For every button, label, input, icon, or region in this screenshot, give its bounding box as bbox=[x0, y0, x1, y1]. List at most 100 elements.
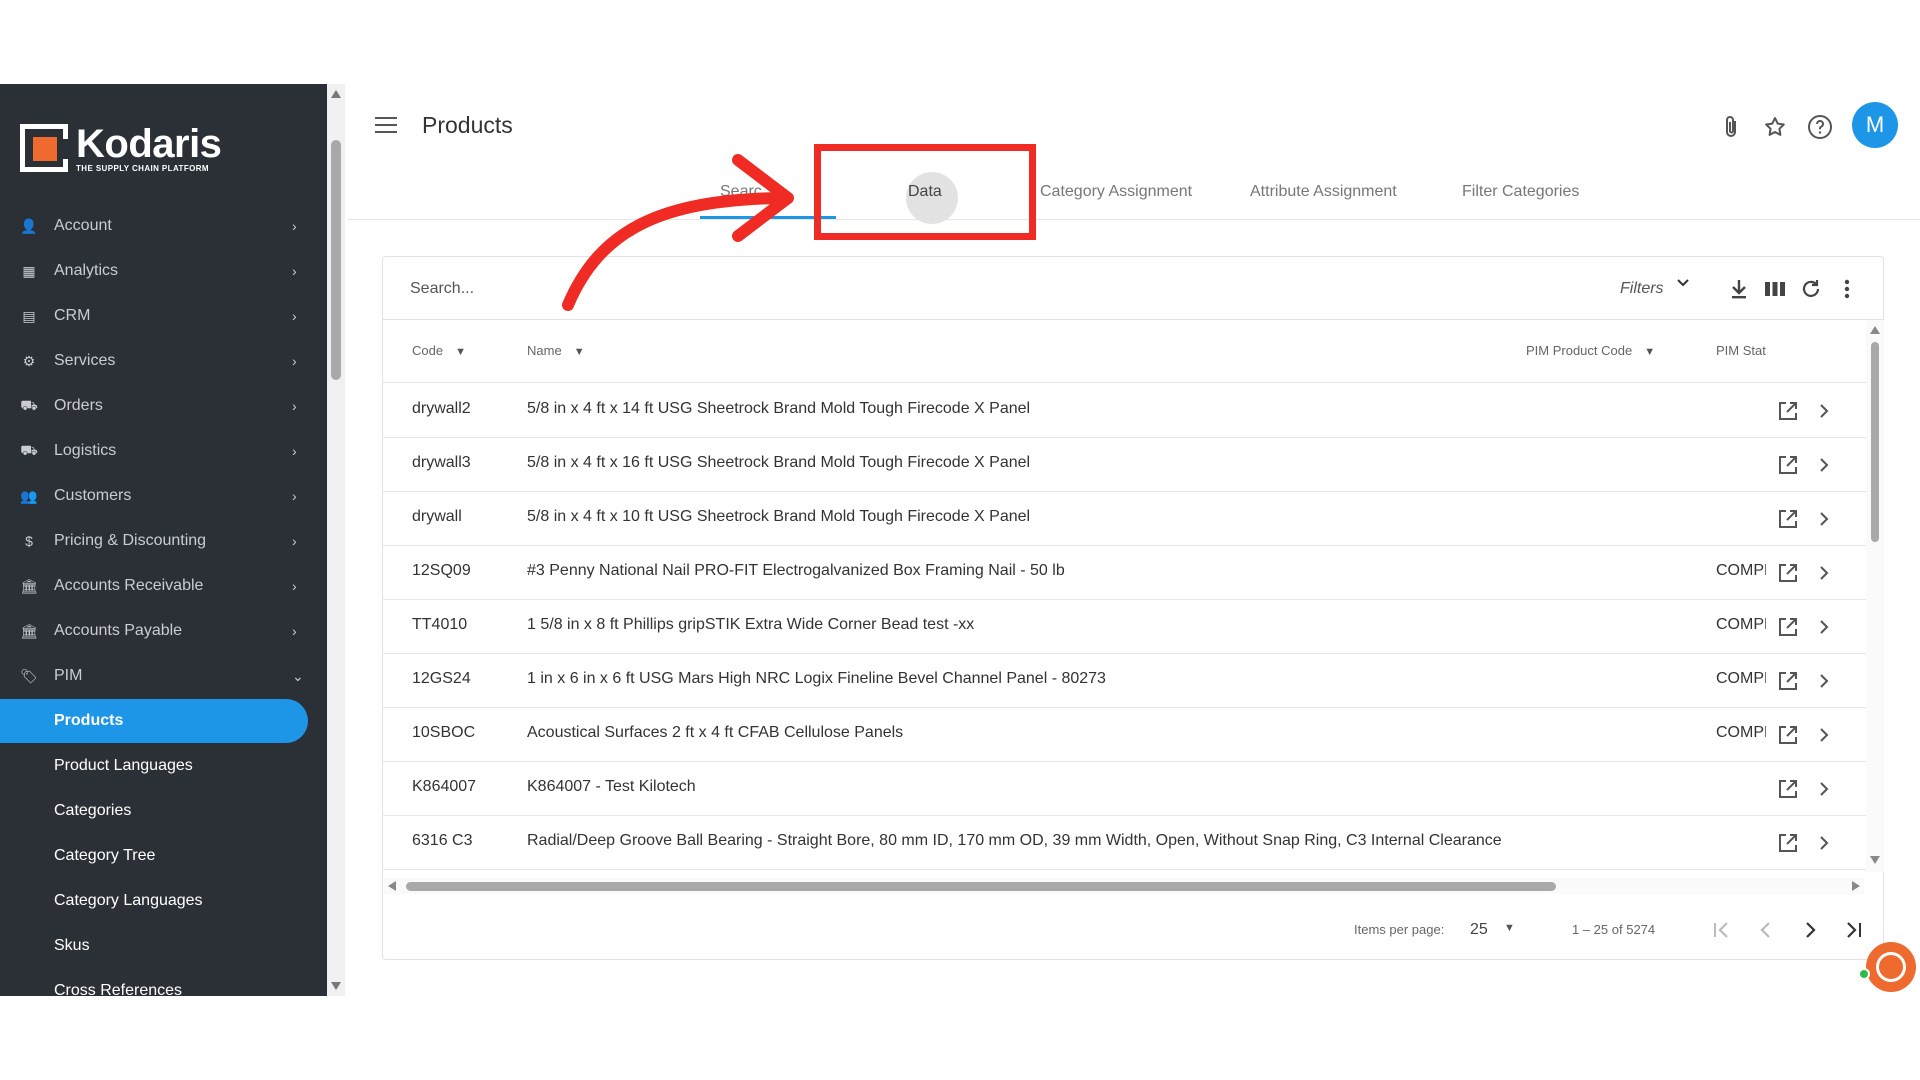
sidebar-item-orders[interactable]: ⛟ Orders › bbox=[0, 386, 310, 426]
sidebar-item-services[interactable]: ⚙ Services › bbox=[0, 341, 310, 381]
column-label: Code bbox=[412, 343, 444, 358]
table-horizontal-scrollbar[interactable] bbox=[384, 878, 1864, 894]
chevron-right-icon[interactable] bbox=[1816, 561, 1832, 585]
menu-toggle-icon[interactable] bbox=[375, 117, 397, 133]
column-header-pim-product-code[interactable]: PIM Product Code ▼ bbox=[1526, 343, 1655, 358]
chevron-right-icon[interactable] bbox=[1816, 453, 1832, 477]
chevron-right-icon[interactable] bbox=[1816, 615, 1832, 639]
sort-arrow-icon[interactable]: ▼ bbox=[455, 346, 466, 358]
sidebar-subitem-skus[interactable]: Skus bbox=[0, 926, 310, 966]
chevron-right-icon: › bbox=[292, 488, 297, 504]
kodaris-logo[interactable]: Kodaris THE SUPPLY CHAIN PLATFORM bbox=[20, 124, 222, 173]
scroll-left-icon[interactable] bbox=[388, 881, 396, 891]
chevron-right-icon[interactable] bbox=[1816, 669, 1832, 693]
sidebar-subitem-categories[interactable]: Categories bbox=[0, 791, 310, 831]
dropdown-arrow-icon[interactable]: ▼ bbox=[1504, 922, 1515, 934]
open-in-new-icon[interactable] bbox=[1776, 669, 1800, 693]
star-icon[interactable] bbox=[1762, 114, 1788, 140]
sidebar-item-pim[interactable]: 🏷 PIM ⌄ bbox=[0, 656, 310, 696]
table-hscroll-thumb[interactable] bbox=[406, 882, 1556, 891]
cell-code: drywall bbox=[412, 508, 462, 525]
scroll-up-icon[interactable] bbox=[331, 90, 341, 98]
page-title: Products bbox=[422, 112, 513, 138]
next-page-icon[interactable] bbox=[1796, 916, 1824, 944]
sidebar-scroll-thumb[interactable] bbox=[331, 140, 341, 380]
sidebar-item-label: Customers bbox=[54, 487, 132, 504]
open-in-new-icon[interactable] bbox=[1776, 831, 1800, 855]
sort-arrow-icon[interactable]: ▼ bbox=[574, 346, 585, 358]
open-in-new-icon[interactable] bbox=[1776, 561, 1800, 585]
annotation-highlight-box bbox=[814, 144, 1036, 240]
column-header-name[interactable]: Name ▼ bbox=[527, 343, 585, 358]
open-in-new-icon[interactable] bbox=[1776, 777, 1800, 801]
refresh-icon[interactable] bbox=[1798, 276, 1824, 302]
sidebar-item-accounts-receivable[interactable]: 🏛 Accounts Receivable › bbox=[0, 566, 310, 606]
items-per-page-select[interactable]: 25 bbox=[1470, 921, 1488, 939]
table-vscroll-thumb[interactable] bbox=[1871, 342, 1879, 542]
sidebar-subitem-category-languages[interactable]: Category Languages bbox=[0, 881, 310, 921]
chevron-down-icon[interactable] bbox=[1676, 276, 1690, 295]
cell-name: #3 Penny National Nail PRO-FIT Electroga… bbox=[527, 562, 1065, 579]
scroll-up-icon[interactable] bbox=[1870, 326, 1880, 334]
chat-widget-icon[interactable] bbox=[1866, 942, 1916, 992]
chevron-right-icon[interactable] bbox=[1816, 831, 1832, 855]
chevron-right-icon[interactable] bbox=[1816, 399, 1832, 423]
sidebar-subitem-product-languages[interactable]: Product Languages bbox=[0, 746, 310, 786]
chevron-right-icon[interactable] bbox=[1816, 777, 1832, 801]
cell-name: 5/8 in x 4 ft x 16 ft USG Sheetrock Bran… bbox=[527, 454, 1031, 471]
column-header-code[interactable]: Code ▼ bbox=[412, 343, 466, 358]
previous-page-icon[interactable] bbox=[1752, 916, 1780, 944]
table-vertical-scrollbar[interactable] bbox=[1866, 320, 1884, 872]
sidebar-subitem-label: Products bbox=[54, 712, 124, 729]
search-input[interactable]: Search... bbox=[410, 280, 474, 298]
scroll-right-icon[interactable] bbox=[1852, 881, 1860, 891]
tab-filter-categories[interactable]: Filter Categories bbox=[1462, 183, 1579, 201]
items-per-page-label: Items per page: bbox=[1354, 922, 1445, 937]
last-page-icon[interactable] bbox=[1840, 916, 1868, 944]
user-avatar[interactable]: M bbox=[1852, 102, 1898, 148]
sidebar-item-crm[interactable]: ▤ CRM › bbox=[0, 296, 310, 336]
column-label: Name bbox=[527, 343, 562, 358]
cell-code: drywall3 bbox=[412, 454, 471, 471]
gears-icon: ⚙ bbox=[22, 352, 36, 369]
sidebar-subitem-category-tree[interactable]: Category Tree bbox=[0, 836, 310, 876]
open-in-new-icon[interactable] bbox=[1776, 615, 1800, 639]
tab-category-assignment[interactable]: Category Assignment bbox=[1040, 183, 1192, 201]
logo-mark-icon bbox=[20, 124, 69, 172]
sidebar: Kodaris THE SUPPLY CHAIN PLATFORM 👤 Accou… bbox=[0, 84, 327, 996]
open-in-new-icon[interactable] bbox=[1776, 723, 1800, 747]
sidebar-subitem-label: Category Tree bbox=[54, 847, 156, 864]
sidebar-item-pricing-discounting[interactable]: $ Pricing & Discounting › bbox=[0, 521, 310, 561]
chevron-right-icon: › bbox=[292, 353, 297, 369]
scroll-down-icon[interactable] bbox=[331, 982, 341, 990]
sort-arrow-icon[interactable]: ▼ bbox=[1644, 346, 1655, 358]
open-in-new-icon[interactable] bbox=[1776, 453, 1800, 477]
download-icon[interactable] bbox=[1726, 276, 1752, 302]
chevron-down-icon: ⌄ bbox=[292, 667, 304, 684]
chevron-right-icon[interactable] bbox=[1816, 507, 1832, 531]
column-header-pim-status[interactable]: PIM Stat bbox=[1716, 343, 1766, 358]
sidebar-item-accounts-payable[interactable]: 🏛 Accounts Payable › bbox=[0, 611, 310, 651]
open-in-new-icon[interactable] bbox=[1776, 399, 1800, 423]
cell-pim-status: COMPL bbox=[1716, 562, 1766, 579]
sidebar-item-logistics[interactable]: ⛟ Logistics › bbox=[0, 431, 310, 471]
columns-icon[interactable] bbox=[1762, 276, 1788, 302]
more-options-icon[interactable] bbox=[1834, 276, 1860, 302]
sidebar-item-analytics[interactable]: ▦ Analytics › bbox=[0, 251, 310, 291]
filters-button[interactable]: Filters bbox=[1620, 280, 1664, 298]
tab-attribute-assignment[interactable]: Attribute Assignment bbox=[1250, 183, 1397, 201]
table-header-row bbox=[382, 319, 1884, 383]
sidebar-item-account[interactable]: 👤 Account › bbox=[0, 206, 310, 246]
chevron-right-icon: › bbox=[292, 308, 297, 324]
chevron-right-icon[interactable] bbox=[1816, 723, 1832, 747]
attachment-icon[interactable] bbox=[1718, 114, 1744, 140]
open-in-new-icon[interactable] bbox=[1776, 507, 1800, 531]
sidebar-subitem-cross-references[interactable]: Cross References bbox=[0, 971, 310, 996]
help-icon[interactable] bbox=[1807, 114, 1833, 140]
scroll-down-icon[interactable] bbox=[1870, 856, 1880, 864]
contact-card-icon: ▤ bbox=[22, 307, 36, 324]
sidebar-item-customers[interactable]: 👥 Customers › bbox=[0, 476, 310, 516]
sidebar-subitem-products[interactable]: Products bbox=[0, 699, 308, 743]
sidebar-scrollbar[interactable] bbox=[327, 84, 345, 996]
first-page-icon[interactable] bbox=[1708, 916, 1736, 944]
